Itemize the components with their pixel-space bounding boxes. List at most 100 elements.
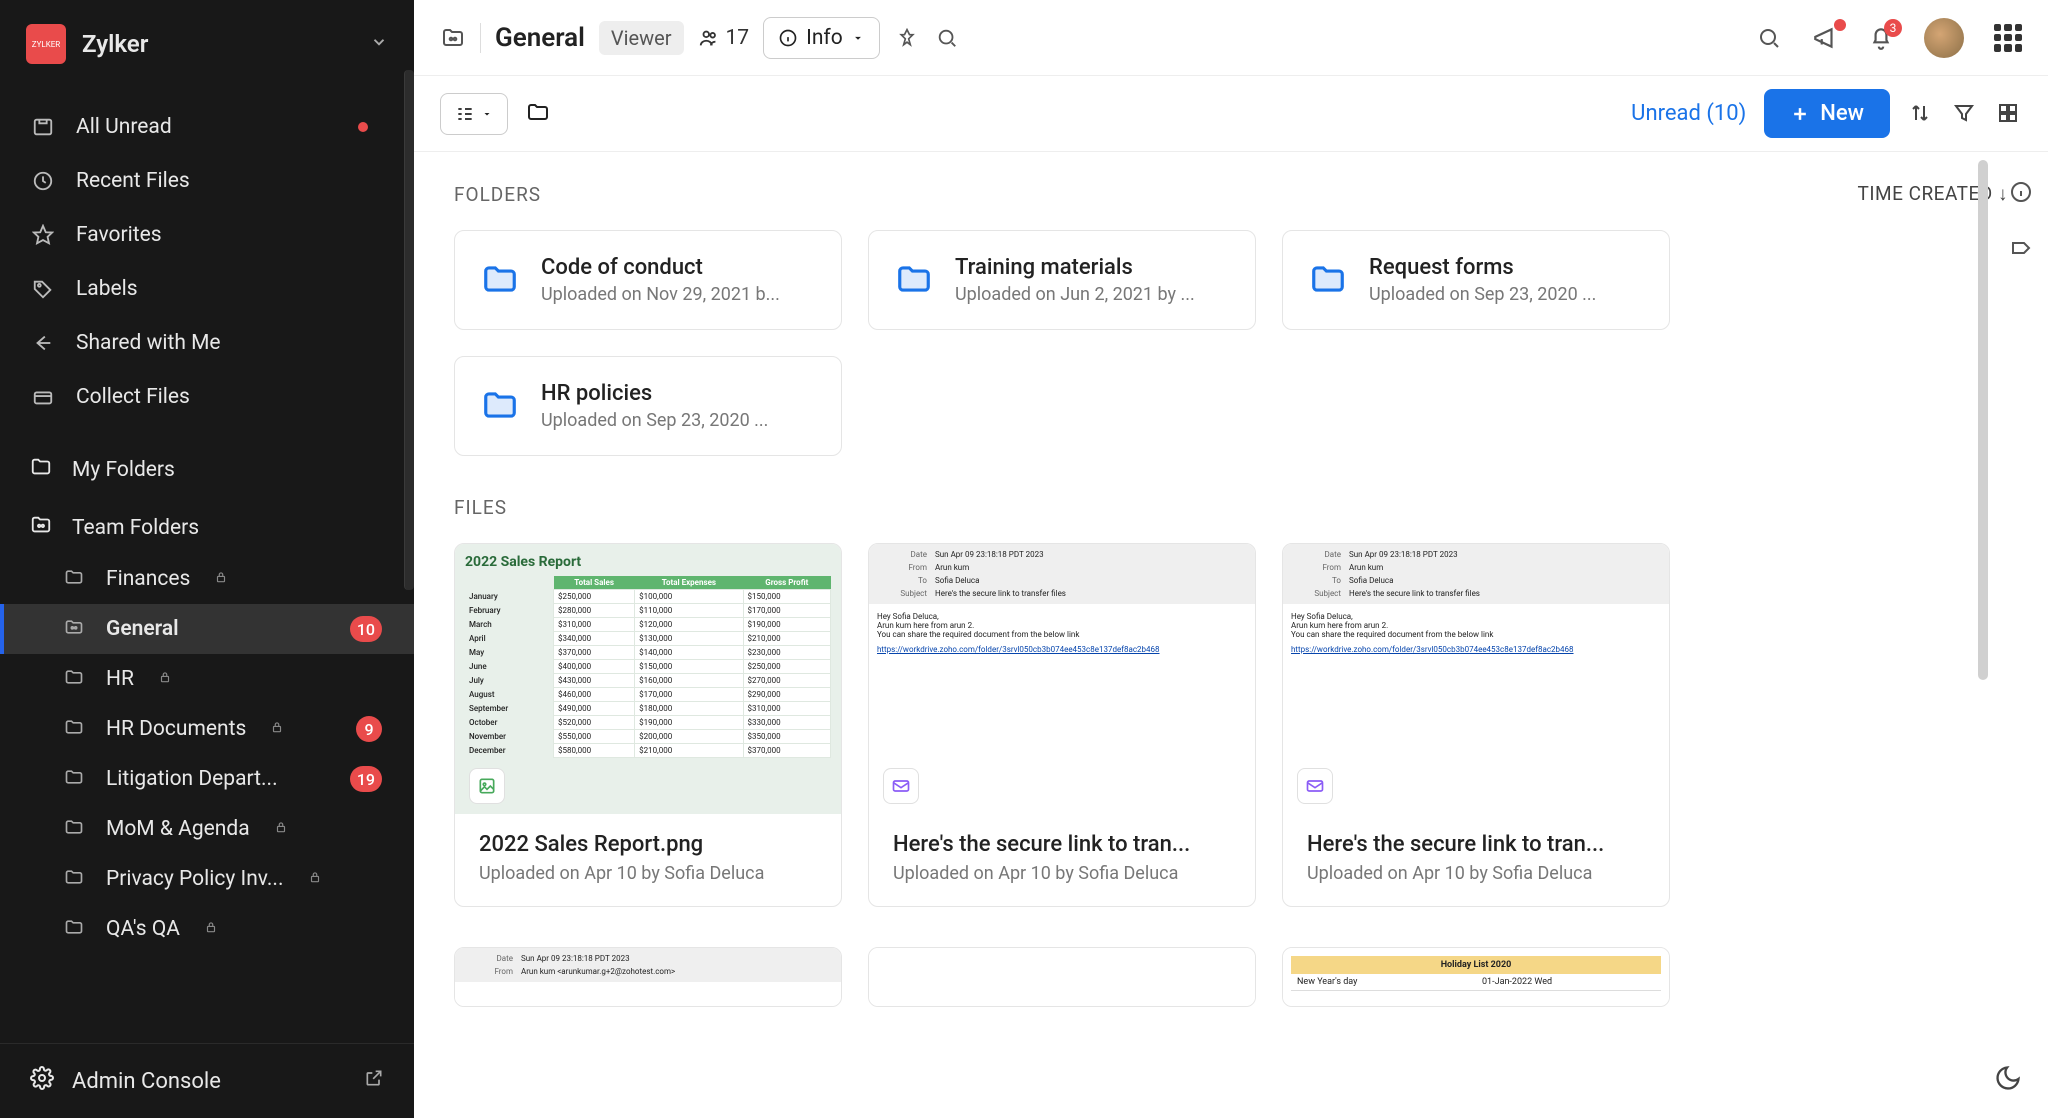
lock-icon bbox=[308, 870, 322, 888]
org-switcher[interactable]: ZYLKER Zylker bbox=[0, 0, 414, 86]
folder-label: Finances bbox=[106, 567, 190, 591]
clock-icon bbox=[30, 168, 56, 194]
file-card[interactable] bbox=[868, 947, 1256, 1007]
notif-dot bbox=[1834, 19, 1846, 31]
section-label: Team Folders bbox=[72, 516, 199, 540]
nav-primary: All Unread Recent Files Favorites Labels… bbox=[0, 86, 414, 438]
folders-heading: FOLDERS bbox=[454, 183, 541, 206]
unread-dot bbox=[358, 122, 368, 132]
file-name: 2022 Sales Report.png bbox=[479, 832, 817, 857]
main: General Viewer 17 Info bbox=[414, 0, 2048, 1118]
org-logo: ZYLKER bbox=[26, 24, 66, 64]
folder-label: QA's QA bbox=[106, 917, 180, 941]
file-card[interactable]: DateSun Apr 09 23:18:18 PDT 2023 FromAru… bbox=[1282, 543, 1670, 907]
sidebar-item-hr[interactable]: HR bbox=[0, 654, 414, 704]
chevron-down-icon bbox=[481, 108, 493, 120]
bell-icon[interactable]: 3 bbox=[1868, 25, 1894, 51]
grid-view-icon[interactable] bbox=[1996, 101, 2022, 127]
notif-count: 3 bbox=[1884, 19, 1902, 37]
nav-labels[interactable]: Labels bbox=[0, 262, 414, 316]
nav-label: Labels bbox=[76, 277, 138, 301]
image-type-icon bbox=[469, 768, 505, 804]
search-icon[interactable] bbox=[1756, 25, 1782, 51]
folder-icon bbox=[64, 767, 88, 791]
nav-collect-files[interactable]: Collect Files bbox=[0, 370, 414, 424]
unread-link[interactable]: Unread (10) bbox=[1631, 101, 1746, 126]
count-badge: 9 bbox=[356, 716, 382, 742]
sort-icon[interactable] bbox=[1908, 101, 1934, 127]
folder-card[interactable]: Training materials Uploaded on Jun 2, 202… bbox=[868, 230, 1256, 330]
right-rail bbox=[1996, 152, 2048, 262]
lock-icon bbox=[214, 570, 228, 588]
folder-card[interactable]: Request formsUploaded on Sep 23, 2020 ..… bbox=[1282, 230, 1670, 330]
files-heading: FILES bbox=[454, 496, 507, 519]
filter-icon[interactable] bbox=[1952, 101, 1978, 127]
content-scrollbar[interactable] bbox=[1978, 160, 1988, 680]
admin-console[interactable]: Admin Console bbox=[0, 1043, 414, 1118]
folder-sub: Uploaded on Jun 2, 2021 by ... bbox=[955, 284, 1229, 305]
info-button[interactable]: Info bbox=[763, 17, 880, 59]
gear-icon bbox=[30, 1066, 54, 1096]
announcement-icon[interactable] bbox=[1812, 25, 1838, 51]
file-sub: Uploaded on Apr 10 by Sofia Deluca bbox=[479, 863, 817, 884]
folder-icon bbox=[895, 260, 935, 300]
theme-toggle-icon[interactable] bbox=[1994, 1064, 2024, 1094]
mail-type-icon bbox=[883, 768, 919, 804]
folder-name: HR policies bbox=[541, 381, 815, 406]
team-folders-section[interactable]: Team Folders bbox=[0, 496, 414, 554]
team-folder-icon[interactable] bbox=[440, 25, 466, 51]
folder-label: Privacy Policy Inv... bbox=[106, 867, 284, 891]
nav-label: Recent Files bbox=[76, 169, 190, 193]
mail-type-icon bbox=[1297, 768, 1333, 804]
nav-all-unread[interactable]: All Unread bbox=[0, 100, 414, 154]
avatar[interactable] bbox=[1924, 18, 1964, 58]
folder-sub: Uploaded on Nov 29, 2021 b... bbox=[541, 284, 815, 305]
sidebar-item-general[interactable]: General 10 bbox=[0, 604, 414, 654]
lock-icon bbox=[204, 920, 218, 938]
plus-icon bbox=[1790, 104, 1810, 124]
folder-icon bbox=[64, 567, 88, 591]
file-card[interactable]: Holiday List 2020 New Year's day01-Jan-2… bbox=[1282, 947, 1670, 1007]
files-grid: 2022 Sales ReportTotal SalesTotal Expens… bbox=[454, 543, 2008, 907]
file-card[interactable]: 2022 Sales ReportTotal SalesTotal Expens… bbox=[454, 543, 842, 907]
label-icon[interactable] bbox=[2009, 236, 2035, 262]
chevron-down-icon bbox=[370, 33, 388, 55]
folder-name: Training materials bbox=[955, 255, 1229, 280]
folder-outline-icon[interactable] bbox=[526, 100, 550, 128]
info-circle-icon[interactable] bbox=[2009, 180, 2035, 206]
sidebar-item-litigation-depart-[interactable]: Litigation Depart... 19 bbox=[0, 754, 414, 804]
nav-recent-files[interactable]: Recent Files bbox=[0, 154, 414, 208]
folder-card[interactable]: Code of conductUploaded on Nov 29, 2021 … bbox=[454, 230, 842, 330]
file-name: Here's the secure link to tran... bbox=[1307, 832, 1645, 857]
folder-label: HR bbox=[106, 667, 134, 691]
my-folders-section[interactable]: My Folders bbox=[0, 438, 414, 496]
sidebar-item-mom-agenda[interactable]: MoM & Agenda bbox=[0, 804, 414, 854]
team-folder-icon bbox=[30, 514, 52, 542]
count-badge: 10 bbox=[350, 616, 382, 642]
member-count[interactable]: 17 bbox=[698, 26, 750, 50]
star-icon bbox=[30, 222, 56, 248]
sidebar-item-privacy-policy-inv-[interactable]: Privacy Policy Inv... bbox=[0, 854, 414, 904]
nav-shared-with-me[interactable]: Shared with Me bbox=[0, 316, 414, 370]
nav-favorites[interactable]: Favorites bbox=[0, 208, 414, 262]
file-name: Here's the secure link to tran... bbox=[893, 832, 1231, 857]
team-folder-tree: Finances General 10 HR HR Documents 9 Li… bbox=[0, 554, 414, 974]
folder-icon bbox=[64, 917, 88, 941]
view-tree-button[interactable] bbox=[440, 93, 508, 135]
nav-label: Collect Files bbox=[76, 385, 190, 409]
folders-grid: Code of conductUploaded on Nov 29, 2021 … bbox=[454, 230, 2008, 456]
new-button[interactable]: New bbox=[1764, 89, 1890, 138]
file-sub: Uploaded on Apr 10 by Sofia Deluca bbox=[1307, 863, 1645, 884]
sidebar-item-finances[interactable]: Finances bbox=[0, 554, 414, 604]
apps-grid-icon[interactable] bbox=[1994, 24, 2022, 52]
pin-icon[interactable] bbox=[894, 25, 920, 51]
file-card[interactable]: DateSun Apr 09 23:18:18 PDT 2023FromArun… bbox=[454, 947, 842, 1007]
file-card[interactable]: DateSun Apr 09 23:18:18 PDT 2023 FromAru… bbox=[868, 543, 1256, 907]
sidebar-item-qa-s-qa[interactable]: QA's QA bbox=[0, 904, 414, 954]
folder-card[interactable]: HR policiesUploaded on Sep 23, 2020 ... bbox=[454, 356, 842, 456]
lock-icon bbox=[158, 670, 172, 688]
sidebar-item-hr-documents[interactable]: HR Documents 9 bbox=[0, 704, 414, 754]
folder-label: Litigation Depart... bbox=[106, 767, 278, 791]
tree-icon bbox=[455, 104, 475, 124]
search-in-folder-icon[interactable] bbox=[934, 25, 960, 51]
